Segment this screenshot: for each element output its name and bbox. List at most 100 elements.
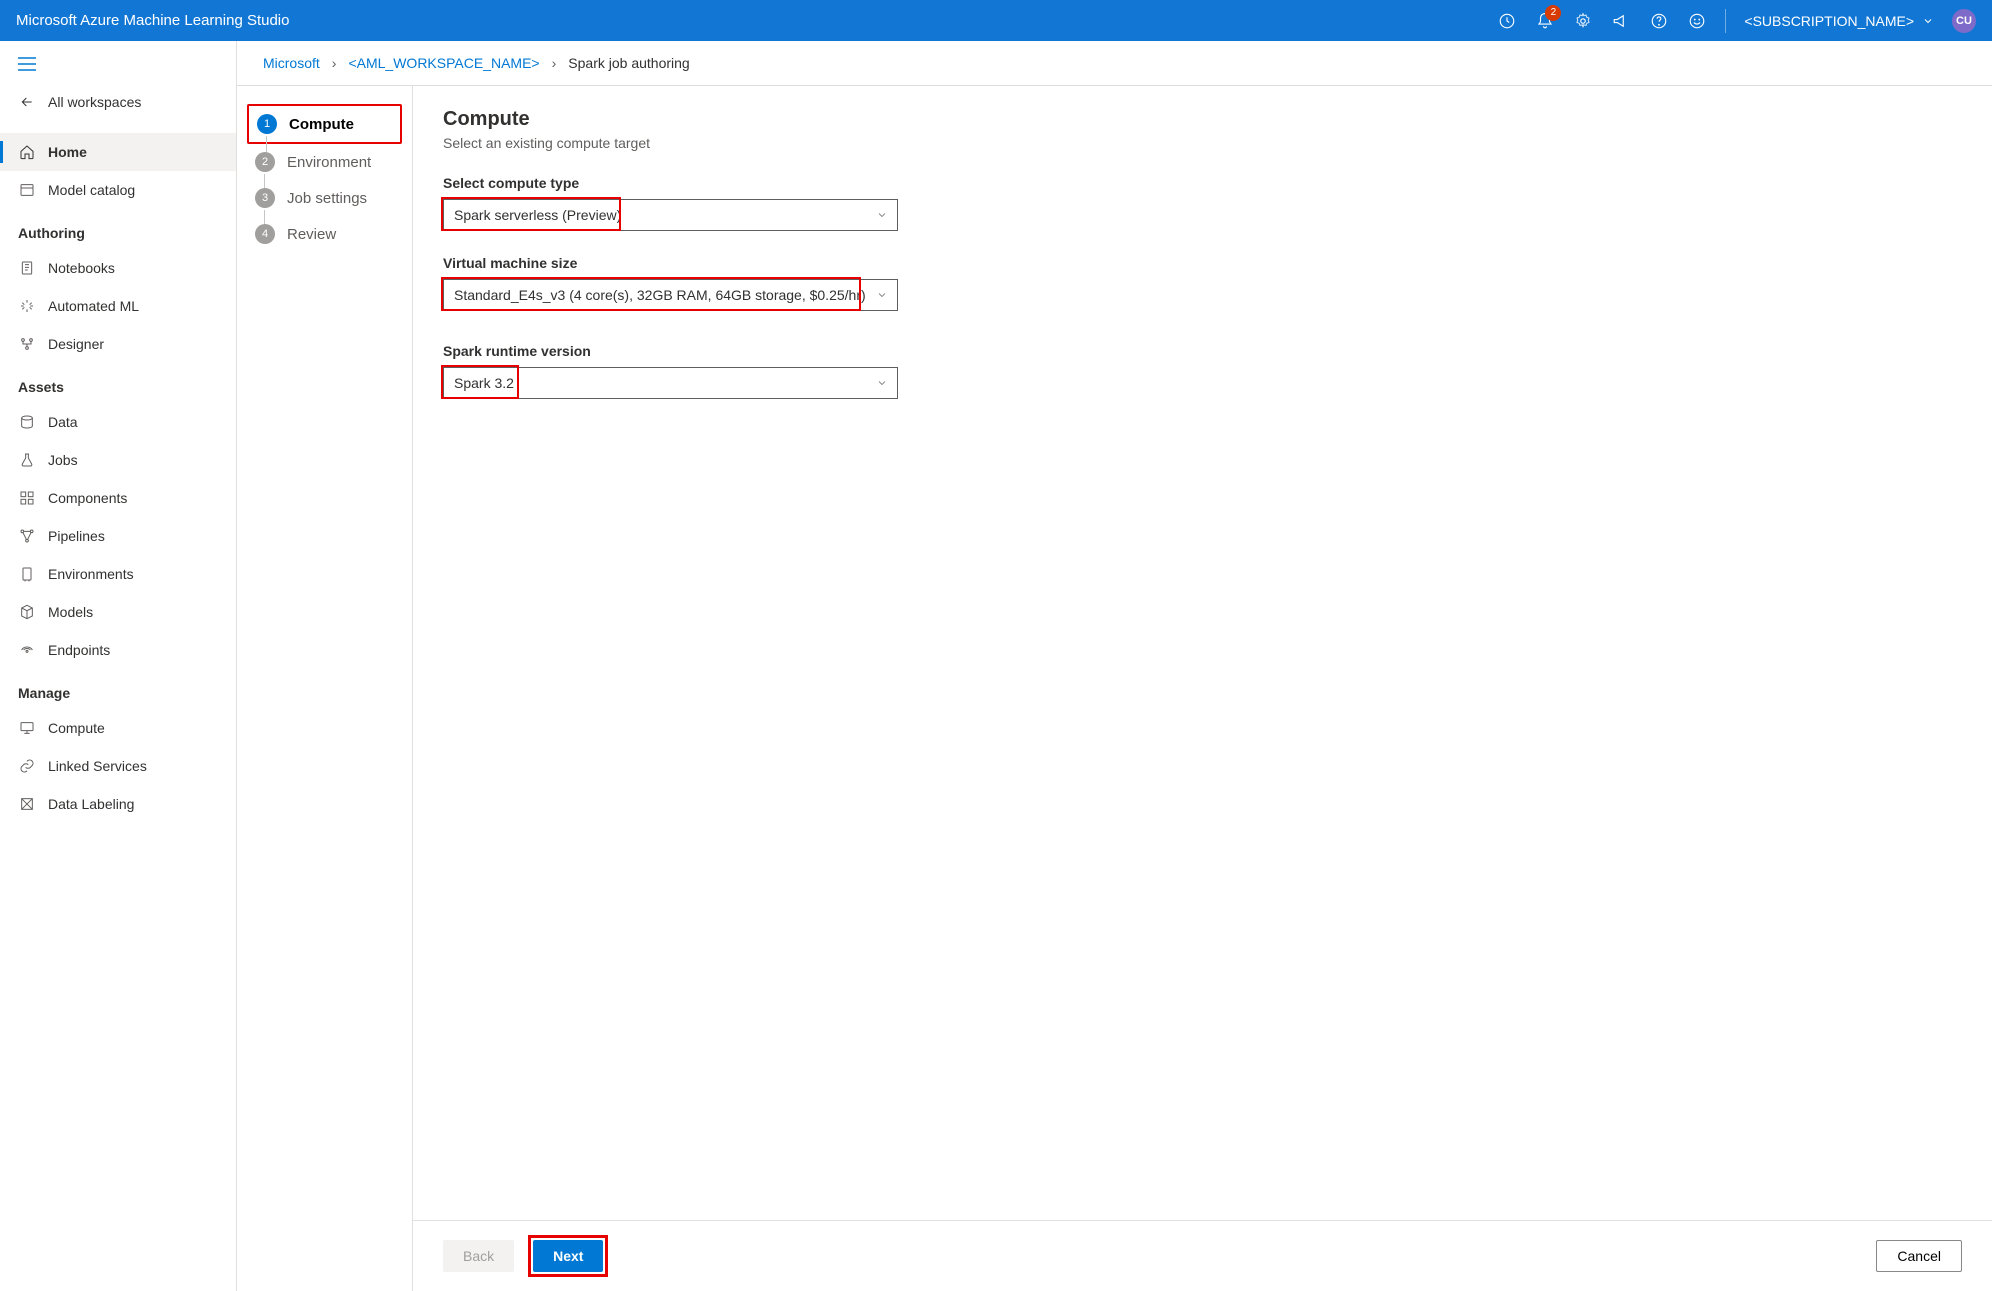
sidebar-item-designer[interactable]: Designer xyxy=(0,325,236,363)
sidebar-item-label: Notebooks xyxy=(48,260,115,276)
pipelines-icon xyxy=(18,527,36,545)
sidebar-item-linked-services[interactable]: Linked Services xyxy=(0,747,236,785)
spark-runtime-select[interactable]: Spark 3.2 xyxy=(443,367,898,399)
cancel-button[interactable]: Cancel xyxy=(1876,1240,1962,1272)
wizard-footer: Back Next Cancel xyxy=(413,1220,1992,1291)
sidebar-item-label: Data Labeling xyxy=(48,796,134,812)
smiley-icon[interactable] xyxy=(1687,11,1707,31)
sidebar-section-authoring: Authoring xyxy=(0,209,236,249)
sidebar-item-label: All workspaces xyxy=(48,94,141,110)
compute-type-select[interactable]: Spark serverless (Preview) xyxy=(443,199,898,231)
bell-icon[interactable]: 2 xyxy=(1535,11,1555,31)
step-number: 3 xyxy=(255,188,275,208)
next-button[interactable]: Next xyxy=(533,1240,603,1272)
sidebar-item-label: Automated ML xyxy=(48,298,139,314)
step-environment[interactable]: 2 Environment xyxy=(247,144,402,180)
data-icon xyxy=(18,413,36,431)
cube-icon xyxy=(18,603,36,621)
sidebar-item-label: Data xyxy=(48,414,78,430)
page-title: Compute xyxy=(443,108,1962,131)
step-review[interactable]: 4 Review xyxy=(247,216,402,252)
sidebar-item-model-catalog[interactable]: Model catalog xyxy=(0,171,236,209)
monitor-icon xyxy=(18,719,36,737)
sidebar-item-endpoints[interactable]: Endpoints xyxy=(0,631,236,669)
step-job-settings[interactable]: 3 Job settings xyxy=(247,180,402,216)
sidebar-item-jobs[interactable]: Jobs xyxy=(0,441,236,479)
help-icon[interactable] xyxy=(1649,11,1669,31)
chevron-right-icon: › xyxy=(332,55,337,71)
sidebar-section-manage: Manage xyxy=(0,669,236,709)
environments-icon xyxy=(18,565,36,583)
megaphone-icon[interactable] xyxy=(1611,11,1631,31)
highlight-box: Next xyxy=(528,1235,608,1277)
sidebar-item-automl[interactable]: Automated ML xyxy=(0,287,236,325)
sidebar-item-data-labeling[interactable]: Data Labeling xyxy=(0,785,236,823)
wizard-stepper: 1 Compute 2 Environment 3 Job settings 4… xyxy=(237,86,412,1291)
vm-size-select[interactable]: Standard_E4s_v3 (4 core(s), 32GB RAM, 64… xyxy=(443,279,898,311)
topbar-actions: 2 <SUBSCRIPTION_NAME> CU xyxy=(1497,9,1976,33)
step-number: 4 xyxy=(255,224,275,244)
breadcrumb-root[interactable]: Microsoft xyxy=(263,55,320,71)
app-title: Microsoft Azure Machine Learning Studio xyxy=(16,12,1497,29)
clock-icon[interactable] xyxy=(1497,11,1517,31)
sidebar-item-label: Environments xyxy=(48,566,134,582)
sidebar: All workspaces Home Model catalog Author… xyxy=(0,41,237,1291)
sidebar-item-components[interactable]: Components xyxy=(0,479,236,517)
step-label: Environment xyxy=(287,154,371,171)
subscription-name: <SUBSCRIPTION_NAME> xyxy=(1744,13,1914,29)
back-arrow-icon xyxy=(18,93,36,111)
sidebar-item-label: Jobs xyxy=(48,452,78,468)
sidebar-item-compute[interactable]: Compute xyxy=(0,709,236,747)
step-label: Job settings xyxy=(287,190,367,207)
form-area: Compute Select an existing compute targe… xyxy=(412,86,1992,1291)
sidebar-item-label: Designer xyxy=(48,336,104,352)
select-value: Spark serverless (Preview) xyxy=(454,207,621,223)
step-number: 1 xyxy=(257,114,277,134)
sidebar-item-data[interactable]: Data xyxy=(0,403,236,441)
content: Microsoft › <AML_WORKSPACE_NAME> › Spark… xyxy=(237,41,1992,1291)
sidebar-item-label: Models xyxy=(48,604,93,620)
sidebar-item-label: Pipelines xyxy=(48,528,105,544)
endpoints-icon xyxy=(18,641,36,659)
hamburger-icon[interactable] xyxy=(0,53,236,83)
step-label: Compute xyxy=(289,116,354,133)
step-compute[interactable]: 1 Compute xyxy=(247,104,402,144)
tag-icon xyxy=(18,795,36,813)
sidebar-item-label: Home xyxy=(48,144,87,160)
step-label: Review xyxy=(287,226,336,243)
spark-runtime-label: Spark runtime version xyxy=(443,343,1962,359)
automl-icon xyxy=(18,297,36,315)
sidebar-item-label: Linked Services xyxy=(48,758,147,774)
select-value: Spark 3.2 xyxy=(454,375,514,391)
sidebar-item-pipelines[interactable]: Pipelines xyxy=(0,517,236,555)
gear-icon[interactable] xyxy=(1573,11,1593,31)
components-icon xyxy=(18,489,36,507)
topbar: Microsoft Azure Machine Learning Studio … xyxy=(0,0,1992,41)
sidebar-item-label: Components xyxy=(48,490,127,506)
sidebar-item-label: Compute xyxy=(48,720,105,736)
select-value: Standard_E4s_v3 (4 core(s), 32GB RAM, 64… xyxy=(454,287,866,303)
breadcrumb-workspace[interactable]: <AML_WORKSPACE_NAME> xyxy=(348,55,539,71)
notification-badge: 2 xyxy=(1545,5,1561,21)
sidebar-item-notebooks[interactable]: Notebooks xyxy=(0,249,236,287)
chevron-down-icon xyxy=(1922,15,1934,27)
home-icon xyxy=(18,143,36,161)
catalog-icon xyxy=(18,181,36,199)
sidebar-item-environments[interactable]: Environments xyxy=(0,555,236,593)
compute-type-label: Select compute type xyxy=(443,175,1962,191)
flask-icon xyxy=(18,451,36,469)
page-subtitle: Select an existing compute target xyxy=(443,135,1962,151)
chevron-right-icon: › xyxy=(552,55,557,71)
back-button[interactable]: Back xyxy=(443,1240,514,1272)
avatar[interactable]: CU xyxy=(1952,9,1976,33)
subscription-picker[interactable]: <SUBSCRIPTION_NAME> xyxy=(1744,13,1934,29)
sidebar-item-label: Endpoints xyxy=(48,642,110,658)
breadcrumb-current: Spark job authoring xyxy=(568,55,689,71)
sidebar-item-models[interactable]: Models xyxy=(0,593,236,631)
link-icon xyxy=(18,757,36,775)
sidebar-section-assets: Assets xyxy=(0,363,236,403)
sidebar-item-home[interactable]: Home xyxy=(0,133,236,171)
notebook-icon xyxy=(18,259,36,277)
sidebar-item-label: Model catalog xyxy=(48,182,135,198)
all-workspaces-link[interactable]: All workspaces xyxy=(0,83,236,121)
